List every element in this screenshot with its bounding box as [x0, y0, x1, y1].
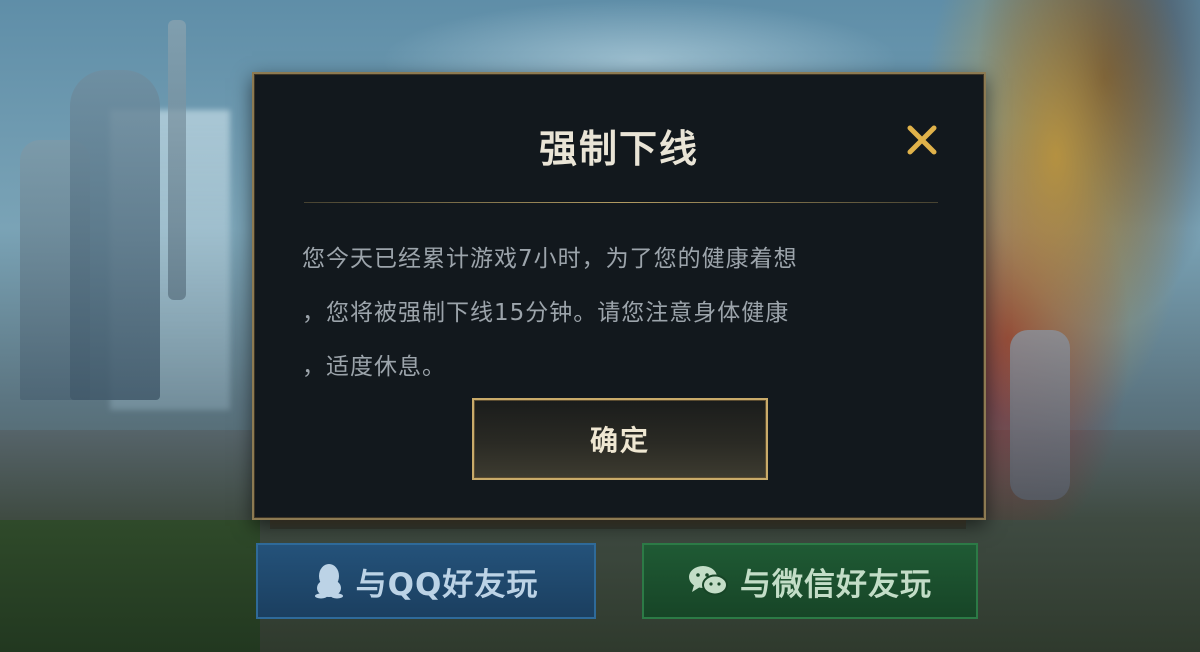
forced-logout-dialog: 强制下线 您今天已经累计游戏7小时，为了您的健康着想 ，您将被强制下线15分钟。… [252, 72, 986, 520]
dialog-base-shadow [270, 519, 966, 529]
confirm-button-label: 确定 [589, 424, 650, 457]
play-with-qq-friends-button[interactable]: 与QQ好友玩 [256, 543, 596, 619]
qq-button-label: 与QQ好友玩 [355, 566, 539, 603]
title-divider [304, 202, 938, 203]
close-icon [900, 118, 944, 162]
background-tower [70, 70, 160, 400]
background-grass [0, 520, 260, 652]
message-line: 您今天已经累计游戏7小时，为了您的健康着想 [302, 246, 798, 272]
confirm-button[interactable]: 确定 [472, 398, 768, 480]
wechat-icon [688, 564, 728, 598]
message-line: ，您将被强制下线15分钟。请您注意身体健康 [302, 300, 790, 326]
message-line: ，适度休息。 [302, 354, 446, 380]
wechat-button-label: 与微信好友玩 [740, 566, 932, 603]
background-hero-arm [1010, 330, 1070, 500]
background-spire [168, 20, 186, 300]
close-button[interactable] [900, 118, 944, 162]
play-with-wechat-friends-button[interactable]: 与微信好友玩 [642, 543, 978, 619]
game-screen: 强制下线 您今天已经累计游戏7小时，为了您的健康着想 ，您将被强制下线15分钟。… [0, 0, 1200, 652]
dialog-title: 强制下线 [538, 127, 699, 171]
qq-penguin-icon [314, 563, 344, 599]
dialog-message: 您今天已经累计游戏7小时，为了您的健康着想 ，您将被强制下线15分钟。请您注意身… [302, 232, 938, 394]
